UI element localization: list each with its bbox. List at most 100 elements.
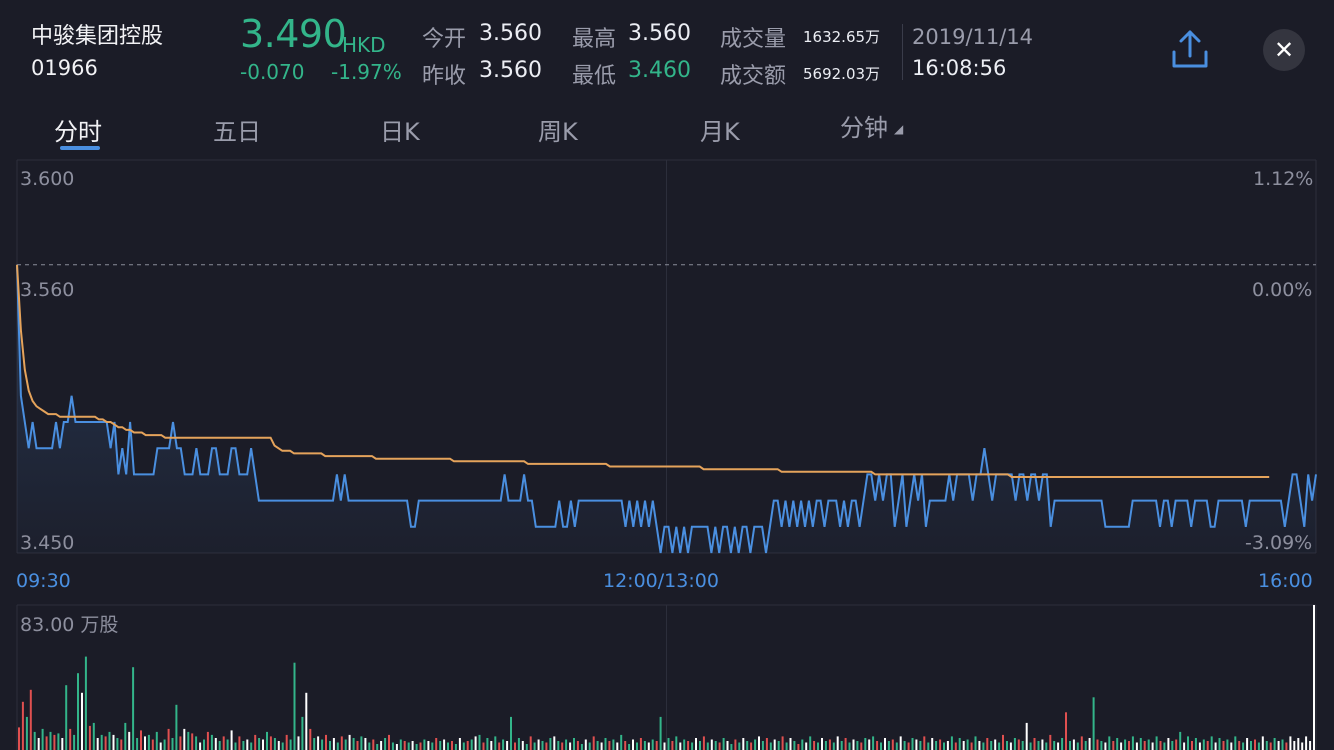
volume-bar: [521, 741, 524, 750]
volume-bar: [1131, 736, 1134, 750]
volume-bar: [1017, 739, 1020, 750]
volume-bar: [1313, 605, 1315, 750]
volume-bar: [887, 741, 890, 750]
volume-bar: [206, 731, 209, 750]
volume-bar: [1202, 739, 1205, 750]
volume-bar: [108, 731, 111, 750]
average-line: [16, 264, 1270, 478]
volume-bar: [651, 739, 654, 750]
volume-bar: [1128, 741, 1130, 750]
volume-bar: [994, 739, 997, 750]
y-tick-right-top: 1.12%: [1253, 168, 1314, 190]
volume-bar: [1250, 741, 1252, 750]
volume-bar: [1108, 736, 1111, 750]
volume-bar: [1226, 739, 1229, 750]
volume-bar: [431, 742, 434, 750]
volume-bar: [348, 734, 351, 750]
volume-bar: [935, 741, 938, 750]
volume-bar: [218, 741, 221, 750]
volume-bar: [1013, 738, 1016, 750]
volume-bar: [96, 738, 99, 750]
volume-bar: [588, 742, 591, 750]
volume-bar: [679, 742, 682, 750]
volume-bar: [104, 736, 107, 750]
volume-bar: [927, 742, 930, 750]
volume-bar: [1006, 741, 1008, 750]
volume-bar: [1269, 742, 1272, 750]
volume-bar: [88, 725, 91, 750]
volume-bar: [313, 738, 316, 750]
y-tick-left-top: 3.600: [20, 168, 75, 190]
volume-bar: [474, 736, 477, 750]
volume-bar: [1045, 742, 1048, 750]
volume-bar: [746, 741, 749, 750]
volume-bar: [1167, 738, 1170, 750]
volume-bar: [632, 739, 634, 750]
volume-bar: [462, 742, 465, 750]
volume-bar: [817, 742, 819, 750]
volume-bar: [946, 741, 949, 750]
volume-bar: [1171, 741, 1174, 750]
volume-bar: [1218, 738, 1221, 750]
volume-bar: [793, 741, 796, 750]
volume-bar: [691, 742, 694, 750]
volume-bar: [872, 736, 875, 750]
volume-bar: [1191, 741, 1193, 750]
volume-bar: [1175, 739, 1178, 750]
volume-bar: [844, 738, 847, 750]
volume-bar: [730, 744, 733, 750]
volume-bar: [1281, 739, 1284, 750]
volume-bar: [250, 742, 253, 750]
volume-bar: [903, 741, 906, 750]
volume-bar: [1065, 712, 1067, 750]
volume-bar: [210, 734, 213, 750]
volume-bar: [419, 742, 422, 750]
volume-bar: [958, 738, 961, 750]
intraday-chart[interactable]: [0, 0, 1334, 750]
volume-bar: [864, 738, 867, 750]
volume-bar: [781, 736, 784, 750]
volume-bar: [529, 736, 532, 750]
volume-bar: [836, 736, 839, 750]
volume-bar: [451, 741, 453, 750]
volume-bar: [423, 739, 426, 750]
volume-bar: [1002, 734, 1004, 750]
volume-bar: [765, 738, 768, 750]
volume-bar: [1257, 742, 1260, 750]
volume-bar: [100, 734, 103, 750]
volume-bar: [1041, 739, 1044, 750]
volume-bar: [1238, 741, 1241, 750]
volume-bar: [132, 667, 135, 750]
volume-bar: [1301, 742, 1304, 750]
volume-bar: [726, 741, 729, 750]
volume-bar: [856, 741, 859, 750]
volume-bar: [687, 741, 690, 750]
volume-bar: [57, 733, 60, 750]
volume-bar: [447, 742, 449, 750]
volume-bar: [1194, 738, 1197, 750]
volume-bar: [1246, 738, 1249, 750]
volume-bar: [53, 734, 56, 750]
volume-bar: [667, 738, 670, 750]
volume-bar: [616, 742, 619, 750]
volume-bar: [1289, 736, 1292, 750]
volume-bar: [309, 728, 312, 750]
volume-bar: [407, 742, 410, 750]
volume-bar: [990, 741, 993, 750]
volume-bar: [840, 741, 843, 750]
volume-bar: [895, 742, 898, 750]
volume-bar: [1277, 741, 1280, 750]
volume-bar: [907, 742, 910, 750]
volume-bar: [37, 738, 40, 750]
volume-bar: [486, 738, 489, 750]
volume-bar: [1159, 741, 1162, 750]
volume-bar: [305, 692, 308, 750]
volume-bar: [230, 730, 233, 750]
volume-bar: [65, 685, 68, 750]
volume-bar: [1305, 736, 1308, 750]
volume-bar: [443, 739, 446, 750]
volume-bar: [470, 739, 473, 750]
volume-bar: [789, 738, 792, 750]
volume-bar: [277, 741, 280, 750]
volume-bar: [1309, 741, 1312, 750]
